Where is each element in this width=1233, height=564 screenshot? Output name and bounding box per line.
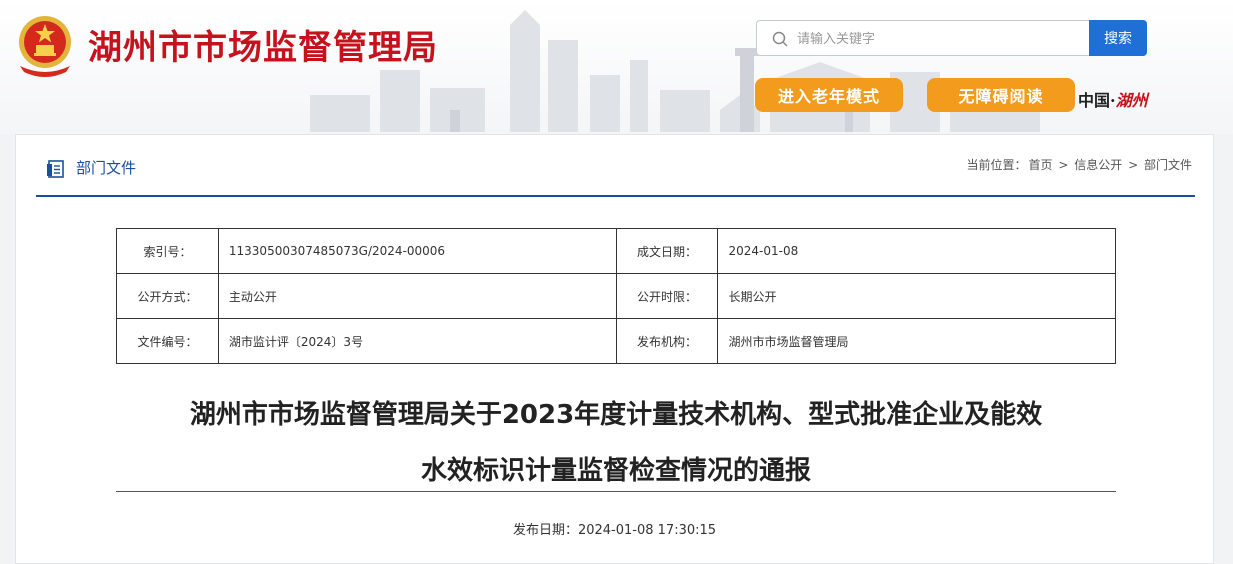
slogan-part-1: 中国· xyxy=(1078,91,1116,110)
meta-row: 文件编号： 湖市监计评〔2024〕3号 发布机构： 湖州市市场监督管理局 xyxy=(116,318,1116,364)
mode-label: 公开方式： xyxy=(116,273,219,319)
national-emblem-logo xyxy=(19,16,71,77)
search-icon xyxy=(772,31,788,47)
breadcrumb-home[interactable]: 首页 xyxy=(1029,158,1053,172)
accessibility-button[interactable]: 无障碍阅读 xyxy=(927,78,1075,112)
document-title: 湖州市市场监督管理局关于2023年度计量技术机构、型式批准企业及能效 水效标识计… xyxy=(96,387,1136,499)
site-header: 湖州市市场监督管理局 搜索 进入老年模式 无障碍阅读 中国·湖州 xyxy=(0,0,1233,134)
breadcrumb-separator: > xyxy=(1058,158,1069,172)
section-divider xyxy=(36,195,1195,197)
meta-row: 索引号： 11330500307485073G/2024-00006 成文日期：… xyxy=(116,228,1116,274)
publish-date-label: 发布日期： xyxy=(512,523,578,538)
index-label: 索引号： xyxy=(116,228,219,274)
publish-date-value: 2024-01-08 17:30:15 xyxy=(577,523,717,538)
period-value: 长期公开 xyxy=(717,273,1116,319)
org-value: 湖州市市场监督管理局 xyxy=(717,318,1116,364)
document-title-line-1: 湖州市市场监督管理局关于2023年度计量技术机构、型式批准企业及能效 xyxy=(189,400,1043,430)
period-label: 公开时限： xyxy=(615,273,719,319)
site-title: 湖州市市场监督管理局 xyxy=(88,28,438,68)
org-label: 发布机构： xyxy=(615,318,719,364)
breadcrumb-dept-docs[interactable]: 部门文件 xyxy=(1144,158,1192,172)
docno-label: 文件编号： xyxy=(116,318,219,364)
breadcrumb-info-public[interactable]: 信息公开 xyxy=(1074,158,1122,172)
title-divider xyxy=(116,491,1116,492)
mode-value: 主动公开 xyxy=(217,273,617,319)
elder-mode-button[interactable]: 进入老年模式 xyxy=(755,78,903,112)
index-value: 11330500307485073G/2024-00006 xyxy=(217,228,617,274)
china-huzhou-slogan: 中国·湖州 xyxy=(1078,87,1148,111)
slogan-part-2: 湖州 xyxy=(1115,91,1148,110)
breadcrumb-separator: > xyxy=(1128,158,1139,172)
publish-date: 发布日期：2024-01-08 17:30:15 xyxy=(16,519,1213,538)
date-value: 2024-01-08 xyxy=(717,228,1116,274)
search-input[interactable] xyxy=(795,21,1079,57)
breadcrumb: 当前位置： 首页 > 信息公开 > 部门文件 xyxy=(966,156,1194,173)
search-button[interactable]: 搜索 xyxy=(1089,20,1147,56)
breadcrumb-prefix: 当前位置： xyxy=(966,158,1027,172)
document-meta-table: 索引号： 11330500307485073G/2024-00006 成文日期：… xyxy=(116,228,1116,364)
section-title: 部门文件 xyxy=(76,159,137,177)
meta-row: 公开方式： 主动公开 公开时限： 长期公开 xyxy=(116,273,1116,319)
content-card: 部门文件 当前位置： 首页 > 信息公开 > 部门文件 索引号： 11330500… xyxy=(15,134,1214,564)
search-box xyxy=(756,20,1089,57)
date-label: 成文日期： xyxy=(615,228,719,274)
docno-value: 湖市监计评〔2024〕3号 xyxy=(217,318,617,364)
document-list-icon xyxy=(47,160,64,178)
